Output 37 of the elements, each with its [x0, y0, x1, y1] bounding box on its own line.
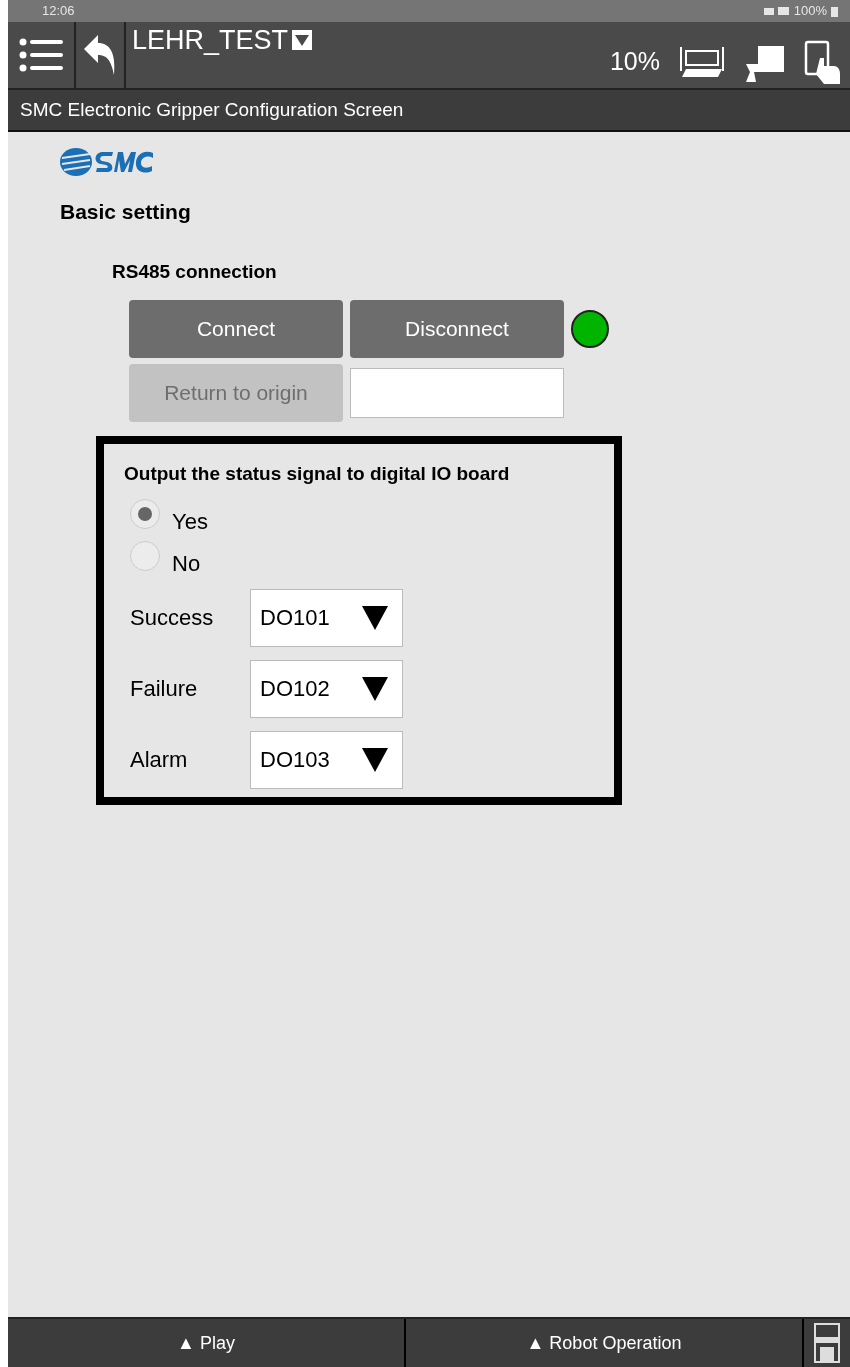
- dropdown-arrow-icon: [362, 676, 388, 701]
- radio-label: Yes: [172, 508, 208, 536]
- robot-title: LEHR_TEST: [132, 24, 289, 56]
- dropdown-arrow-icon: [362, 605, 388, 630]
- signal-icon: [763, 6, 790, 16]
- signal-label: Failure: [130, 675, 199, 703]
- section-heading: Basic setting: [60, 199, 192, 225]
- battery-level: 100%: [793, 2, 827, 21]
- output-dropdown[interactable]: DO101: [250, 588, 403, 647]
- dropdown-arrow-icon: [362, 747, 388, 772]
- radio-label: No: [172, 550, 201, 578]
- speed-percent: 10%: [609, 46, 660, 78]
- radio-button[interactable]: [130, 498, 160, 529]
- screen-title: SMC Electronic Gripper Configuration Screen: [20, 97, 404, 122]
- mode-icon[interactable]: [678, 45, 726, 79]
- output-dropdown[interactable]: DO103: [250, 730, 403, 789]
- cabinet-icon: [814, 1323, 840, 1363]
- dropdown-value: DO101: [260, 604, 330, 632]
- signal-label: Alarm: [130, 746, 189, 774]
- menu-icon: [19, 38, 63, 72]
- panel-heading: Output the status signal to digital IO board: [124, 462, 511, 486]
- radio-button[interactable]: [130, 540, 160, 571]
- output-dropdown[interactable]: DO102: [250, 659, 403, 718]
- touch-icon[interactable]: [804, 40, 842, 84]
- dropdown-value: DO102: [260, 675, 330, 703]
- bottom-tab[interactable]: ▲ Robot Operation: [406, 1319, 804, 1367]
- dropdown-value: DO103: [260, 746, 330, 774]
- action-button[interactable]: Disconnect: [350, 300, 564, 358]
- action-button[interactable]: Connect: [129, 300, 343, 358]
- group-heading: RS485 connection: [112, 259, 278, 284]
- clock: 12:06: [42, 2, 75, 21]
- dropdown-icon[interactable]: [292, 30, 313, 50]
- back-arrow-icon: [84, 35, 116, 75]
- signal-label: Success: [130, 604, 215, 632]
- battery-icon: [831, 5, 838, 17]
- text-field[interactable]: [350, 368, 564, 418]
- bottom-tab[interactable]: ▲ Play: [8, 1319, 406, 1367]
